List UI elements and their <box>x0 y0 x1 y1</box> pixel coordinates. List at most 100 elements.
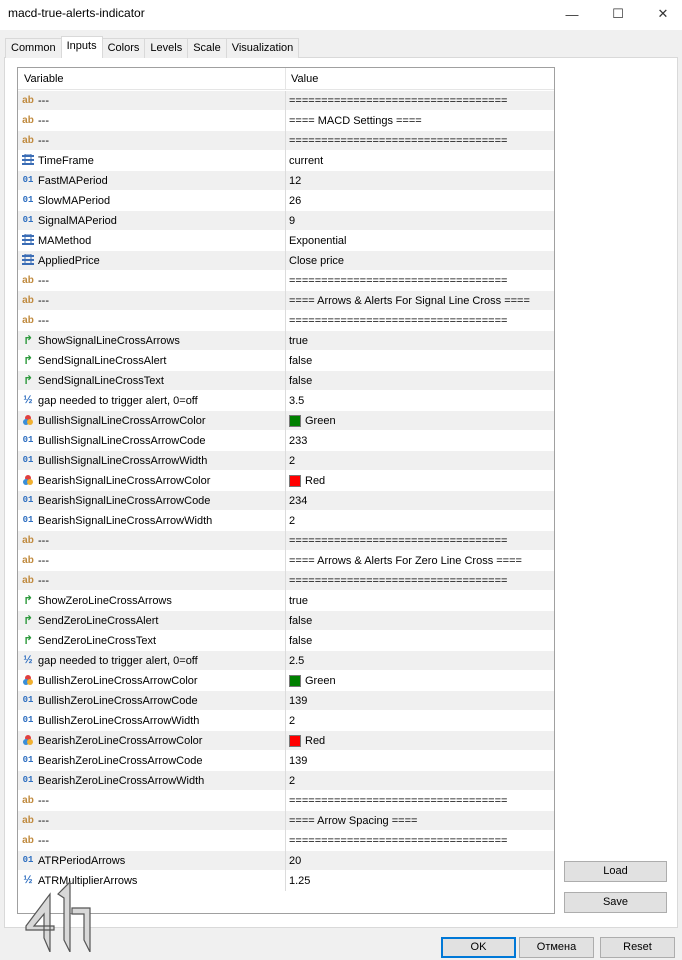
value-cell[interactable]: 3.5 <box>289 395 551 407</box>
value-cell[interactable]: ================================== <box>289 575 551 587</box>
value-cell[interactable]: Exponential <box>289 235 551 247</box>
value-cell[interactable]: false <box>289 375 551 387</box>
value-cell[interactable]: Green <box>305 415 554 427</box>
input-row[interactable]: ab --- ================================== <box>18 271 554 291</box>
input-row[interactable]: MAMethod Exponential <box>18 231 554 251</box>
value-cell[interactable]: ================================== <box>289 315 551 327</box>
value-cell[interactable]: 20 <box>289 855 551 867</box>
column-header-value[interactable]: Value <box>291 73 318 85</box>
value-cell[interactable]: 9 <box>289 215 551 227</box>
value-cell[interactable]: ==== Arrows & Alerts For Zero Line Cross… <box>289 555 551 567</box>
input-row[interactable]: ab --- ================================== <box>18 131 554 151</box>
value-cell[interactable]: ================================== <box>289 135 551 147</box>
value-cell[interactable]: Green <box>305 675 554 687</box>
tab-levels[interactable]: Levels <box>144 38 189 58</box>
input-row[interactable]: ↱ SendZeroLineCrossText false <box>18 631 554 651</box>
input-row[interactable]: BullishZeroLineCrossArrowColor Green <box>18 671 554 691</box>
value-cell[interactable]: 12 <box>289 175 551 187</box>
input-row[interactable]: ab --- ================================== <box>18 91 554 111</box>
value-cell[interactable]: 2 <box>289 775 551 787</box>
input-row[interactable]: 01 SlowMAPeriod 26 <box>18 191 554 211</box>
load-button[interactable]: Load <box>564 861 667 882</box>
input-row[interactable]: ↱ SendSignalLineCrossText false <box>18 371 554 391</box>
value-cell[interactable]: true <box>289 335 551 347</box>
input-row[interactable]: 01 BullishZeroLineCrossArrowCode 139 <box>18 691 554 711</box>
value-cell[interactable]: 2 <box>289 455 551 467</box>
input-row[interactable]: 01 BearishSignalLineCrossArrowWidth 2 <box>18 511 554 531</box>
input-row[interactable]: 01 BearishZeroLineCrossArrowCode 139 <box>18 751 554 771</box>
input-row[interactable]: 01 BullishSignalLineCrossArrowCode 233 <box>18 431 554 451</box>
value-cell[interactable]: false <box>289 615 551 627</box>
value-cell[interactable]: ==== Arrows & Alerts For Signal Line Cro… <box>289 295 551 307</box>
input-row[interactable]: ab --- ================================== <box>18 571 554 591</box>
value-cell[interactable]: ================================== <box>289 535 551 547</box>
value-cell[interactable]: Close price <box>289 255 551 267</box>
inputs-grid[interactable]: Variable Value ab --- ====================… <box>17 67 555 914</box>
value-cell[interactable]: false <box>289 635 551 647</box>
value-cell[interactable]: ================================== <box>289 275 551 287</box>
save-button[interactable]: Save <box>564 892 667 913</box>
value-cell[interactable]: current <box>289 155 551 167</box>
color-swatch[interactable] <box>289 415 301 427</box>
value-cell[interactable]: Red <box>305 735 554 747</box>
color-swatch[interactable] <box>289 475 301 487</box>
input-row[interactable]: 01 BearishZeroLineCrossArrowWidth 2 <box>18 771 554 791</box>
value-cell[interactable]: Red <box>305 475 554 487</box>
cancel-button[interactable]: Отмена <box>519 937 594 958</box>
tab-visualization[interactable]: Visualization <box>225 38 300 58</box>
input-row[interactable]: TimeFrame current <box>18 151 554 171</box>
input-row[interactable]: 01 BearishSignalLineCrossArrowCode 234 <box>18 491 554 511</box>
input-row[interactable]: BullishSignalLineCrossArrowColor Green <box>18 411 554 431</box>
minimize-button[interactable]: — <box>549 0 595 28</box>
column-divider[interactable] <box>285 68 286 90</box>
input-row[interactable]: BearishSignalLineCrossArrowColor Red <box>18 471 554 491</box>
input-row[interactable]: ab --- ================================== <box>18 311 554 331</box>
input-row[interactable]: 01 FastMAPeriod 12 <box>18 171 554 191</box>
input-row[interactable]: ab --- ================================== <box>18 831 554 851</box>
tab-scale[interactable]: Scale <box>187 38 227 58</box>
input-row[interactable]: 01 BullishSignalLineCrossArrowWidth 2 <box>18 451 554 471</box>
input-row[interactable]: ab --- ==== MACD Settings ==== <box>18 111 554 131</box>
value-cell[interactable]: 234 <box>289 495 551 507</box>
value-cell[interactable]: 2.5 <box>289 655 551 667</box>
tab-inputs[interactable]: Inputs <box>60 36 103 58</box>
value-cell[interactable]: 1.25 <box>289 875 551 887</box>
value-cell[interactable]: ================================== <box>289 795 551 807</box>
input-row[interactable]: ab --- ==== Arrows & Alerts For Zero Line … <box>18 551 554 571</box>
input-row[interactable]: 01 BullishZeroLineCrossArrowWidth 2 <box>18 711 554 731</box>
input-row[interactable]: 01 SignalMAPeriod 9 <box>18 211 554 231</box>
input-row[interactable]: ↱ SendZeroLineCrossAlert false <box>18 611 554 631</box>
ok-button[interactable]: OK <box>441 937 516 958</box>
column-header-variable[interactable]: Variable <box>24 73 64 85</box>
maximize-button[interactable]: ☐ <box>595 0 641 28</box>
input-row[interactable]: ↱ SendSignalLineCrossAlert false <box>18 351 554 371</box>
value-cell[interactable]: 26 <box>289 195 551 207</box>
value-cell[interactable]: 139 <box>289 755 551 767</box>
value-cell[interactable]: ================================== <box>289 835 551 847</box>
value-cell[interactable]: 139 <box>289 695 551 707</box>
tab-common[interactable]: Common <box>5 38 62 58</box>
color-swatch[interactable] <box>289 735 301 747</box>
value-cell[interactable]: true <box>289 595 551 607</box>
input-row[interactable]: ab --- ==== Arrows & Alerts For Signal Lin… <box>18 291 554 311</box>
value-cell[interactable]: ==== MACD Settings ==== <box>289 115 551 127</box>
input-row[interactable]: AppliedPrice Close price <box>18 251 554 271</box>
value-cell[interactable]: ================================== <box>289 95 551 107</box>
input-row[interactable]: ↱ ShowZeroLineCrossArrows true <box>18 591 554 611</box>
value-cell[interactable]: 233 <box>289 435 551 447</box>
input-row[interactable]: ab --- ==== Arrow Spacing ==== <box>18 811 554 831</box>
input-row[interactable]: 01 ATRPeriodArrows 20 <box>18 851 554 871</box>
input-row[interactable]: ½ gap needed to trigger alert, 0=off 2.5 <box>18 651 554 671</box>
input-row[interactable]: ab --- ================================== <box>18 531 554 551</box>
close-button[interactable]: ✕ <box>640 0 682 28</box>
value-cell[interactable]: ==== Arrow Spacing ==== <box>289 815 551 827</box>
input-row[interactable]: BearishZeroLineCrossArrowColor Red <box>18 731 554 751</box>
tab-colors[interactable]: Colors <box>101 38 146 58</box>
reset-button[interactable]: Reset <box>600 937 675 958</box>
input-row[interactable]: ab --- ================================== <box>18 791 554 811</box>
value-cell[interactable]: false <box>289 355 551 367</box>
value-cell[interactable]: 2 <box>289 715 551 727</box>
color-swatch[interactable] <box>289 675 301 687</box>
input-row[interactable]: ↱ ShowSignalLineCrossArrows true <box>18 331 554 351</box>
input-row[interactable]: ½ gap needed to trigger alert, 0=off 3.5 <box>18 391 554 411</box>
